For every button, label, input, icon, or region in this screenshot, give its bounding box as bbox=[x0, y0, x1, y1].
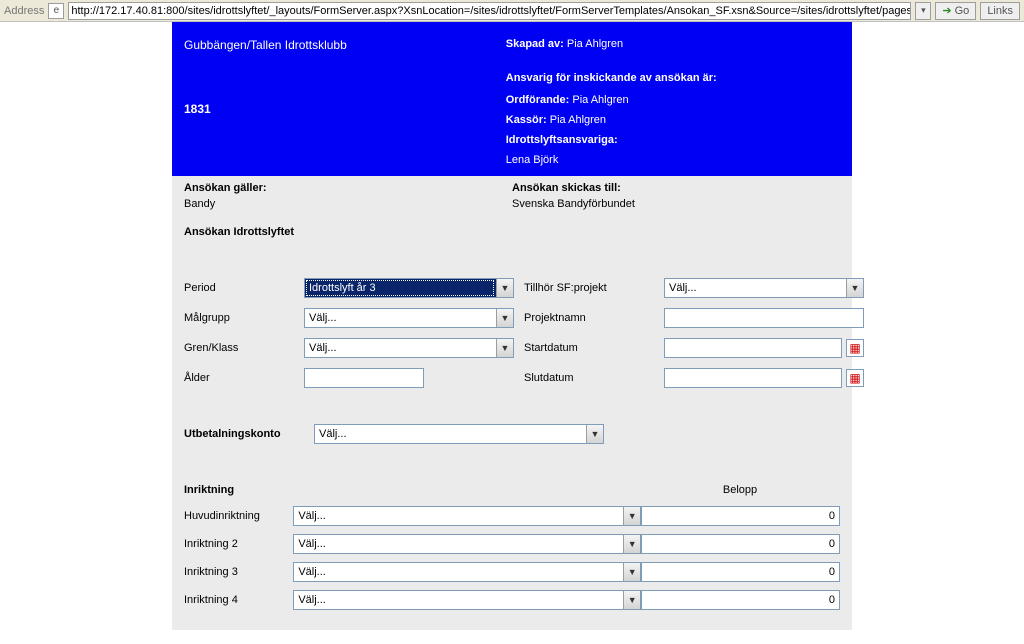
inriktning-row-amount[interactable]: 0 bbox=[641, 590, 840, 610]
utbetalningskonto-label: Utbetalningskonto bbox=[184, 428, 304, 440]
go-label: Go bbox=[955, 5, 970, 17]
inriktning-row-combo[interactable]: Välj... ▼ bbox=[293, 534, 641, 554]
go-button[interactable]: ➔ Go bbox=[935, 2, 976, 20]
club-name: Gubbängen/Tallen Idrottsklubb bbox=[184, 38, 486, 52]
gren-combo[interactable]: Välj... ▼ bbox=[304, 338, 514, 358]
inriktning-row: Inriktning 2 Välj... ▼ 0 bbox=[184, 534, 840, 554]
calendar-icon[interactable]: ▦ bbox=[846, 339, 864, 357]
form-header: Gubbängen/Tallen Idrottsklubb 1831 Skapa… bbox=[172, 22, 852, 176]
period-combo-text: Idrottslyft år 3 bbox=[305, 282, 496, 294]
links-label: Links bbox=[987, 5, 1013, 17]
utbetalningskonto-combo[interactable]: Välj... ▼ bbox=[314, 424, 604, 444]
inriktning-row-combo[interactable]: Välj... ▼ bbox=[293, 590, 641, 610]
ordforande-label: Ordförande: bbox=[506, 94, 570, 106]
chevron-down-icon[interactable]: ▼ bbox=[496, 309, 513, 327]
ordforande-value: Pia Ahlgren bbox=[572, 94, 628, 106]
kassor-value: Pia Ahlgren bbox=[550, 114, 606, 126]
address-label: Address bbox=[4, 5, 44, 17]
slutdatum-input[interactable] bbox=[664, 368, 842, 388]
club-number: 1831 bbox=[184, 102, 486, 116]
malgrupp-combo[interactable]: Välj... ▼ bbox=[304, 308, 514, 328]
projektnamn-label: Projektnamn bbox=[524, 312, 654, 324]
sfprojekt-combo-text: Välj... bbox=[665, 282, 846, 294]
inriktning-row: Inriktning 3 Välj... ▼ 0 bbox=[184, 562, 840, 582]
ie-favicon: e bbox=[48, 3, 64, 19]
links-button[interactable]: Links bbox=[980, 2, 1020, 20]
period-combo[interactable]: Idrottslyft år 3 ▼ bbox=[304, 278, 514, 298]
address-dropdown[interactable]: ▾ bbox=[915, 2, 931, 20]
chevron-down-icon[interactable]: ▼ bbox=[623, 535, 640, 553]
inriktning-row-label: Huvudinriktning bbox=[184, 510, 293, 522]
belopp-heading: Belopp bbox=[640, 484, 840, 496]
inriktning-row-combo[interactable]: Välj... ▼ bbox=[293, 562, 641, 582]
malgrupp-label: Målgrupp bbox=[184, 312, 294, 324]
projektnamn-input[interactable] bbox=[664, 308, 864, 328]
inriktning-row-combo-text: Välj... bbox=[294, 538, 623, 550]
inriktning-row-combo[interactable]: Välj... ▼ bbox=[293, 506, 641, 526]
ansokan-galler-value: Bandy bbox=[184, 198, 512, 210]
inriktning-row-amount[interactable]: 0 bbox=[641, 562, 840, 582]
inriktning-row-combo-text: Välj... bbox=[294, 566, 623, 578]
inriktning-row-combo-text: Välj... bbox=[294, 510, 623, 522]
skapad-av-value: Pia Ahlgren bbox=[567, 38, 623, 50]
gren-combo-text: Välj... bbox=[305, 342, 496, 354]
period-label: Period bbox=[184, 282, 294, 294]
form-body: Ansökan gäller: Ansökan skickas till: Ba… bbox=[172, 176, 852, 630]
skickas-till-label: Ansökan skickas till: bbox=[512, 182, 840, 194]
inriktning-row-label: Inriktning 3 bbox=[184, 566, 293, 578]
inriktning-row-label: Inriktning 4 bbox=[184, 594, 293, 606]
startdatum-input[interactable] bbox=[664, 338, 842, 358]
ansvariga-value: Lena Björk bbox=[506, 154, 840, 166]
sfprojekt-label: Tillhör SF:projekt bbox=[524, 282, 654, 294]
inriktning-heading: Inriktning bbox=[184, 484, 640, 496]
address-input[interactable]: http://172.17.40.81:800/sites/idrottslyf… bbox=[68, 2, 911, 20]
inriktning-row: Inriktning 4 Välj... ▼ 0 bbox=[184, 590, 840, 610]
ansvarig-title: Ansvarig för inskickande av ansökan är: bbox=[506, 72, 840, 84]
skickas-till-value: Svenska Bandyförbundet bbox=[512, 198, 840, 210]
alder-label: Ålder bbox=[184, 372, 294, 384]
ansokan-galler-label: Ansökan gäller: bbox=[184, 182, 512, 194]
chevron-down-icon[interactable]: ▼ bbox=[623, 591, 640, 609]
inriktning-row-amount[interactable]: 0 bbox=[641, 534, 840, 554]
chevron-down-icon[interactable]: ▼ bbox=[623, 507, 640, 525]
utbetalningskonto-combo-text: Välj... bbox=[315, 428, 586, 440]
ansvariga-label: Idrottslyftsansvariga: bbox=[506, 134, 618, 146]
chevron-down-icon[interactable]: ▼ bbox=[586, 425, 603, 443]
chevron-down-icon[interactable]: ▼ bbox=[623, 563, 640, 581]
startdatum-label: Startdatum bbox=[524, 342, 654, 354]
inriktning-row: Huvudinriktning Välj... ▼ 0 bbox=[184, 506, 840, 526]
chevron-down-icon[interactable]: ▼ bbox=[496, 339, 513, 357]
chevron-down-icon[interactable]: ▼ bbox=[496, 279, 513, 297]
form-grid: Period Idrottslyft år 3 ▼ Tillhör SF:pro… bbox=[184, 278, 840, 388]
browser-address-bar: Address e http://172.17.40.81:800/sites/… bbox=[0, 0, 1024, 22]
slutdatum-label: Slutdatum bbox=[524, 372, 654, 384]
calendar-icon[interactable]: ▦ bbox=[846, 369, 864, 387]
inriktning-row-combo-text: Välj... bbox=[294, 594, 623, 606]
alder-input[interactable] bbox=[304, 368, 424, 388]
skapad-av-label: Skapad av: bbox=[506, 38, 564, 50]
go-icon: ➔ bbox=[942, 4, 951, 17]
content-viewport[interactable]: Gubbängen/Tallen Idrottsklubb 1831 Skapa… bbox=[0, 22, 1024, 644]
kassor-label: Kassör: bbox=[506, 114, 547, 126]
inriktning-row-amount[interactable]: 0 bbox=[641, 506, 840, 526]
inriktning-row-label: Inriktning 2 bbox=[184, 538, 293, 550]
ansokan-title: Ansökan Idrottslyftet bbox=[184, 218, 840, 278]
sfprojekt-combo[interactable]: Välj... ▼ bbox=[664, 278, 864, 298]
chevron-down-icon[interactable]: ▼ bbox=[846, 279, 863, 297]
gren-label: Gren/Klass bbox=[184, 342, 294, 354]
malgrupp-combo-text: Välj... bbox=[305, 312, 496, 324]
